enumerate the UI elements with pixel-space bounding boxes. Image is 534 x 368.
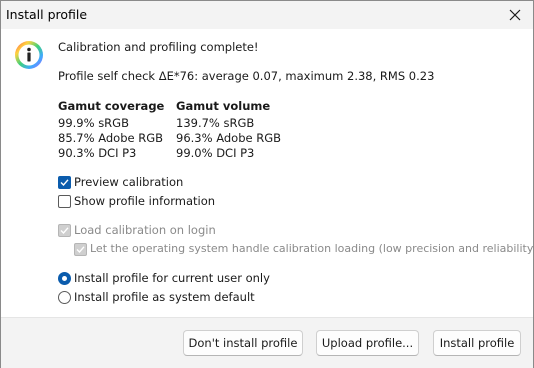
install-system-default-label[interactable]: Install profile as system default	[74, 290, 255, 304]
os-handle-calibration-label[interactable]: Let the operating system handle calibrat…	[90, 242, 534, 255]
checkmark-icon	[60, 227, 69, 235]
title-bar: Install profile	[1, 1, 533, 29]
volume-dci-p3: 99.0% DCI P3	[176, 146, 255, 160]
install-system-default-radio[interactable]	[58, 291, 71, 304]
window-title: Install profile	[6, 7, 88, 22]
gamut-volume-header: Gamut volume	[176, 99, 271, 113]
preview-calibration-checkbox[interactable]	[58, 176, 71, 189]
dialog-content: Calibration and profiling complete! Prof…	[1, 29, 534, 317]
completion-headline: Calibration and profiling complete!	[58, 40, 259, 54]
load-calibration-on-login-label[interactable]: Load calibration on login	[74, 223, 216, 237]
install-profile-button[interactable]: Install profile	[433, 330, 521, 356]
os-handle-calibration-checkbox[interactable]	[74, 243, 87, 256]
info-icon	[15, 41, 43, 69]
coverage-srgb: 99.9% sRGB	[58, 116, 129, 130]
gamut-coverage-header: Gamut coverage	[58, 99, 165, 113]
load-calibration-on-login-checkbox[interactable]	[58, 224, 71, 237]
close-button[interactable]	[503, 3, 527, 27]
show-profile-information-label[interactable]: Show profile information	[74, 194, 215, 208]
dont-install-profile-button[interactable]: Don't install profile	[183, 330, 303, 356]
checkmark-icon	[76, 246, 85, 254]
preview-calibration-label[interactable]: Preview calibration	[74, 175, 183, 189]
install-current-user-label[interactable]: Install profile for current user only	[74, 271, 270, 285]
install-profile-dialog: Install profile Calibration and profilin…	[0, 0, 534, 368]
self-check-text: Profile self check ΔE*76: average 0.07, …	[58, 69, 435, 83]
install-current-user-radio[interactable]	[58, 272, 71, 285]
volume-srgb: 139.7% sRGB	[176, 116, 255, 130]
upload-profile-button[interactable]: Upload profile...	[316, 330, 419, 356]
volume-adobe-rgb: 96.3% Adobe RGB	[176, 131, 282, 145]
coverage-dci-p3: 90.3% DCI P3	[58, 146, 137, 160]
coverage-adobe-rgb: 85.7% Adobe RGB	[58, 131, 164, 145]
button-bar: Don't install profile Upload profile... …	[1, 317, 533, 368]
show-profile-information-checkbox[interactable]	[58, 195, 71, 208]
checkmark-icon	[60, 179, 69, 187]
close-icon	[509, 9, 521, 21]
